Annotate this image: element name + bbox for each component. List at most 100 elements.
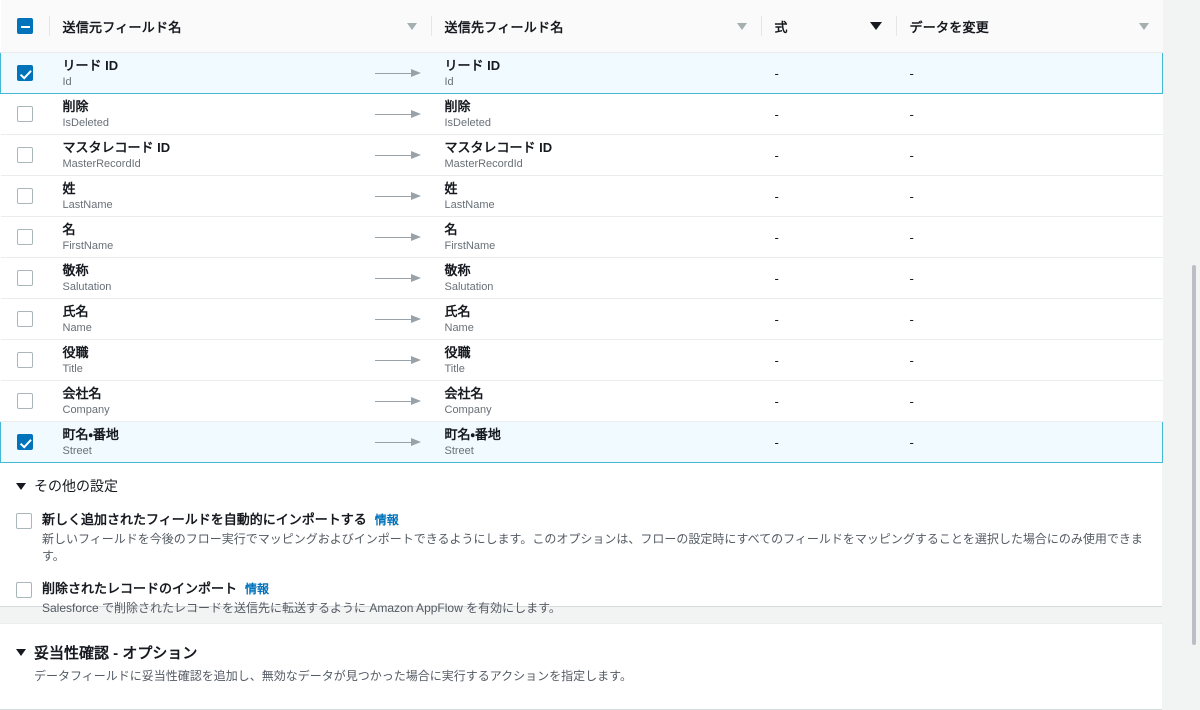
row-cell-destination-field: 名 FirstName <box>431 217 761 258</box>
row-select-checkbox[interactable] <box>17 434 33 450</box>
mapping-arrow-icon <box>375 109 421 119</box>
table-row[interactable]: 削除IsDeleted削除IsDeleted-- <box>1 94 1163 135</box>
row-cell-modify-data: - <box>896 94 1163 135</box>
vertical-scrollbar[interactable] <box>1186 0 1200 710</box>
row-cell-source-field: 姓LastName <box>49 176 431 217</box>
table-row[interactable]: 姓LastName姓LastName-- <box>1 176 1163 217</box>
caret-down-icon[interactable] <box>16 649 26 656</box>
row-cell-checkbox <box>1 135 49 176</box>
row-select-checkbox[interactable] <box>17 229 33 245</box>
modify-data-value: - <box>910 353 914 368</box>
expression-value: - <box>775 353 779 368</box>
option-import-deleted-records[interactable]: 削除されたレコードのインポート情報 Salesforce で削除されたレコードを… <box>16 581 1146 617</box>
table-row[interactable]: リード IDIdリード IDId-- <box>1 53 1163 94</box>
row-cell-modify-data: - <box>896 381 1163 422</box>
auto-import-new-fields-label: 新しく追加されたフィールドを自動的にインポートする情報 <box>42 512 1146 528</box>
info-link[interactable]: 情報 <box>245 582 269 596</box>
row-cell-destination-field: リード IDId <box>431 53 761 94</box>
row-cell-source-field: 町名・番地Street <box>49 422 431 463</box>
row-select-checkbox[interactable] <box>17 106 33 122</box>
destination-field-label: 町名・番地 <box>445 427 747 442</box>
dropdown-triangle-icon[interactable] <box>870 22 882 30</box>
sort-triangle-icon[interactable] <box>737 23 747 30</box>
row-cell-destination-field: マスタレコード IDMasterRecordId <box>431 135 761 176</box>
destination-field-label: 役職 <box>445 345 747 360</box>
table-row[interactable]: 会社名Company会社名Company-- <box>1 381 1163 422</box>
row-cell-source-field: 氏名Name <box>49 299 431 340</box>
modify-data-value: - <box>910 394 914 409</box>
table-row[interactable]: 町名・番地Street町名・番地Street-- <box>1 422 1163 463</box>
row-cell-source-field: 削除IsDeleted <box>49 94 431 135</box>
caret-down-icon[interactable] <box>16 483 26 490</box>
expression-value: - <box>775 394 779 409</box>
row-select-checkbox[interactable] <box>17 147 33 163</box>
row-cell-modify-data: - <box>896 299 1163 340</box>
header-label-source-field: 送信元フィールド名 <box>63 17 407 36</box>
modify-data-value: - <box>910 148 914 163</box>
sort-triangle-icon[interactable] <box>1139 23 1149 30</box>
appflow-field-mapping-screen: 送信元フィールド名 送信先フィールド名 式 <box>0 0 1200 710</box>
modify-data-value: - <box>910 107 914 122</box>
table-row[interactable]: マスタレコード IDMasterRecordIdマスタレコード IDMaster… <box>1 135 1163 176</box>
header-cell-modify-data[interactable]: データを変更 <box>896 0 1163 53</box>
row-select-checkbox[interactable] <box>17 311 33 327</box>
expression-value: - <box>775 189 779 204</box>
destination-field-api-name: Name <box>445 321 747 335</box>
source-field-api-name: MasterRecordId <box>63 157 171 171</box>
table-row[interactable]: 氏名Name氏名Name-- <box>1 299 1163 340</box>
expression-value: - <box>775 107 779 122</box>
header-cell-expression[interactable]: 式 <box>761 0 896 53</box>
expression-value: - <box>775 230 779 245</box>
source-field-api-name: Title <box>63 362 89 376</box>
sort-triangle-icon[interactable] <box>407 23 417 30</box>
mapping-arrow-icon <box>375 232 421 242</box>
destination-field-label: 会社名 <box>445 386 747 401</box>
mapping-arrow-icon <box>375 273 421 283</box>
row-cell-checkbox <box>1 381 49 422</box>
row-select-checkbox[interactable] <box>17 270 33 286</box>
destination-field-label: リード ID <box>445 58 747 73</box>
mapping-arrow-icon <box>375 355 421 365</box>
import-deleted-records-checkbox[interactable] <box>16 582 32 598</box>
destination-field-api-name: Salutation <box>445 280 747 294</box>
option-auto-import-new-fields[interactable]: 新しく追加されたフィールドを自動的にインポートする情報 新しいフィールドを今後の… <box>16 512 1146 565</box>
expression-value: - <box>775 271 779 286</box>
header-cell-destination-field[interactable]: 送信先フィールド名 <box>431 0 761 53</box>
row-cell-expression: - <box>761 94 896 135</box>
row-cell-expression: - <box>761 176 896 217</box>
header-cell-source-field[interactable]: 送信元フィールド名 <box>49 0 431 53</box>
row-select-checkbox[interactable] <box>17 393 33 409</box>
row-cell-checkbox <box>1 53 49 94</box>
row-cell-checkbox <box>1 340 49 381</box>
validation-section-header[interactable]: 妥当性確認 - オプション <box>16 642 1146 663</box>
row-select-checkbox[interactable] <box>17 352 33 368</box>
row-cell-expression: - <box>761 135 896 176</box>
source-field-api-name: LastName <box>63 198 113 212</box>
destination-field-label: 名 <box>445 222 747 237</box>
modify-data-value: - <box>910 66 914 81</box>
other-settings-header[interactable]: その他の設定 <box>16 476 1146 496</box>
destination-field-api-name: FirstName <box>445 239 747 253</box>
expression-value: - <box>775 66 779 81</box>
table-row[interactable]: 名FirstName名FirstName-- <box>1 217 1163 258</box>
table-row[interactable]: 敬称Salutation敬称Salutation-- <box>1 258 1163 299</box>
table-row[interactable]: 役職Title役職Title-- <box>1 340 1163 381</box>
import-deleted-records-description: Salesforce で削除されたレコードを送信先に転送するように Amazon… <box>42 600 1146 617</box>
info-link[interactable]: 情報 <box>375 513 399 527</box>
row-cell-source-field: 名FirstName <box>49 217 431 258</box>
auto-import-new-fields-checkbox[interactable] <box>16 513 32 529</box>
table-body: リード IDIdリード IDId--削除IsDeleted削除IsDeleted… <box>1 53 1163 463</box>
source-field-api-name: Name <box>63 321 92 335</box>
row-cell-source-field: 会社名Company <box>49 381 431 422</box>
row-select-checkbox[interactable] <box>17 65 33 81</box>
row-cell-expression: - <box>761 217 896 258</box>
auto-import-new-fields-description: 新しいフィールドを今後のフロー実行でマッピングおよびインポートできるようにします… <box>42 531 1146 565</box>
source-field-api-name: Salutation <box>63 280 112 294</box>
select-all-checkbox[interactable] <box>17 18 33 34</box>
scrollbar-thumb[interactable] <box>1192 265 1196 645</box>
row-cell-modify-data: - <box>896 340 1163 381</box>
row-cell-modify-data: - <box>896 135 1163 176</box>
destination-field-api-name: LastName <box>445 198 747 212</box>
row-cell-destination-field: 会社名Company <box>431 381 761 422</box>
row-select-checkbox[interactable] <box>17 188 33 204</box>
